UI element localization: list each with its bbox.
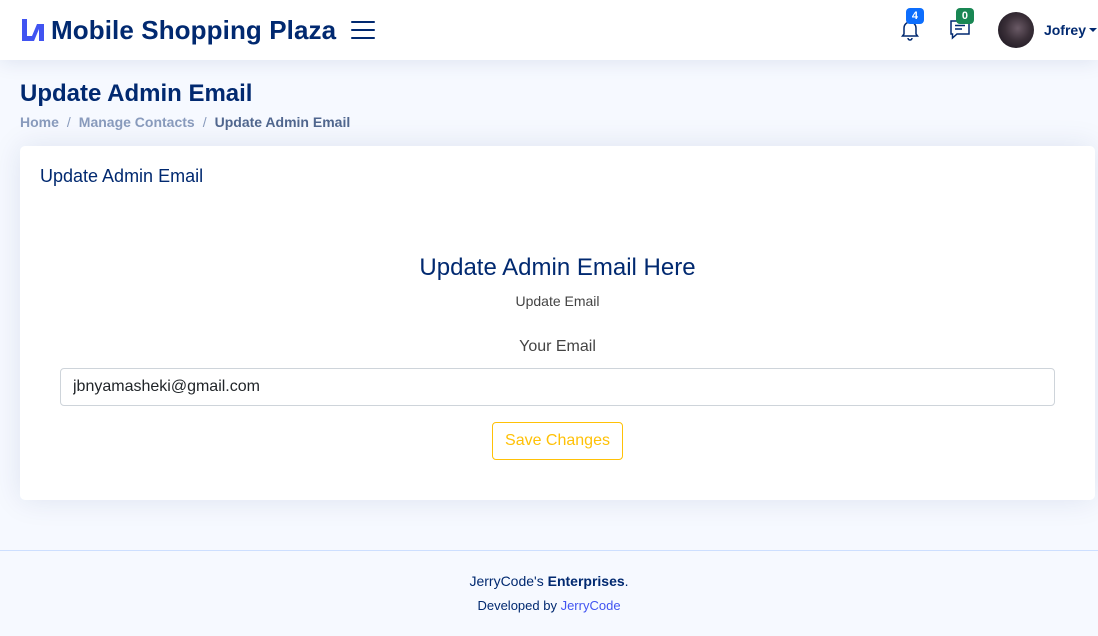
header: Mobile Shopping Plaza 4 0 Jofrey (0, 0, 1098, 60)
breadcrumb-separator: / (66, 114, 71, 130)
credits-prefix: Developed by (477, 598, 561, 613)
profile-dropdown[interactable]: Jofrey (997, 12, 1097, 48)
copyright: JerryCode's Enterprises. (0, 573, 1098, 589)
credits: Developed by JerryCode (0, 598, 1098, 613)
form-heading: Update Admin Email Here (419, 254, 696, 281)
update-email-card: Update Admin Email Update Admin Email He… (20, 146, 1095, 500)
avatar (997, 12, 1034, 48)
messages-button[interactable]: 0 (948, 8, 974, 43)
breadcrumb-current: Update Admin Email (214, 114, 351, 130)
profile-name: Jofrey (1043, 22, 1086, 38)
card-title: Update Admin Email (40, 166, 204, 186)
footer: JerryCode's Enterprises. Developed by Je… (0, 550, 1098, 636)
form-header: Update Admin Email Here Update Email (20, 254, 1095, 309)
breadcrumb-home[interactable]: Home (20, 114, 59, 130)
breadcrumb: Home / Manage Contacts / Update Admin Em… (20, 114, 350, 130)
breadcrumb-manage-contacts[interactable]: Manage Contacts (79, 114, 195, 130)
copyright-prefix: JerryCode's (469, 573, 548, 589)
notifications-button[interactable]: 4 (898, 8, 924, 43)
logo-icon (22, 19, 44, 41)
credits-link[interactable]: JerryCode (561, 598, 621, 613)
logo[interactable]: Mobile Shopping Plaza (20, 15, 336, 46)
brand-name: Mobile Shopping Plaza (51, 14, 337, 45)
copyright-suffix: . (624, 573, 629, 589)
notifications-badge: 4 (905, 8, 924, 24)
page-title-section: Update Admin Email Home / Manage Contact… (20, 80, 350, 130)
form-subheading: Update Email (515, 293, 600, 309)
save-changes-button[interactable]: Save Changes (492, 422, 623, 460)
breadcrumb-separator: / (202, 114, 207, 130)
email-label: Your Email (519, 338, 596, 355)
caret-down-icon (1089, 28, 1097, 32)
header-nav: 4 0 Jofrey (898, 0, 1098, 60)
messages-badge: 0 (955, 8, 974, 24)
menu-icon[interactable] (351, 19, 376, 41)
copyright-company: Enterprises (547, 573, 625, 589)
email-field[interactable] (60, 368, 1055, 406)
page-title: Update Admin Email (20, 80, 253, 107)
